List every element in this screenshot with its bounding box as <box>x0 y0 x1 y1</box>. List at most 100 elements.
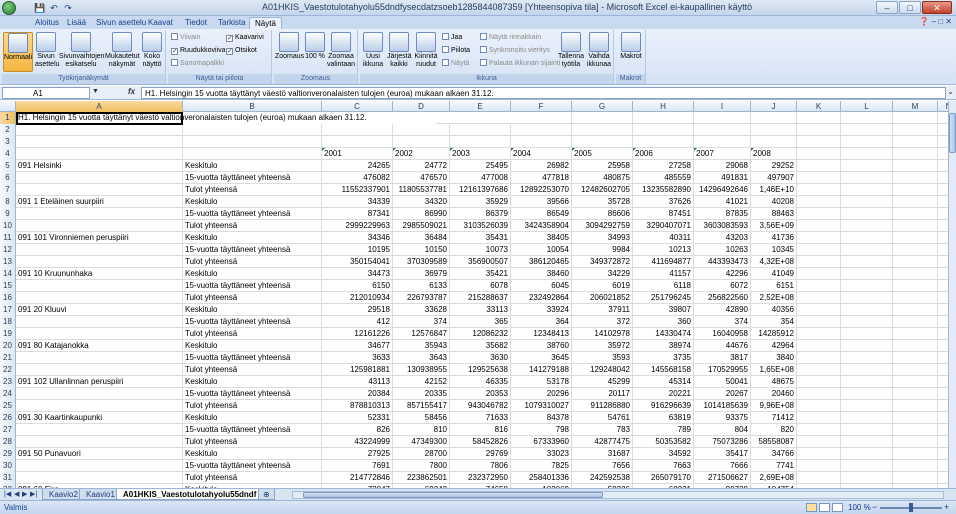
empty-cell[interactable] <box>841 436 893 448</box>
value-cell[interactable]: 20335 <box>393 388 450 400</box>
row-header[interactable]: 18 <box>0 316 16 328</box>
split-button[interactable]: Jaa <box>442 33 462 43</box>
empty-cell[interactable] <box>751 136 797 148</box>
cell-measure[interactable]: 15-vuotta täyttäneet yhteensä <box>183 460 322 472</box>
value-cell[interactable]: 170529955 <box>694 364 751 376</box>
value-cell[interactable]: 477008 <box>450 172 511 184</box>
arrange-all-button[interactable]: Järjestä kaikki <box>387 32 412 72</box>
value-cell[interactable]: 10195 <box>322 244 393 256</box>
empty-cell[interactable] <box>797 196 841 208</box>
value-cell[interactable]: 34473 <box>322 268 393 280</box>
cell-area[interactable] <box>16 124 183 136</box>
value-cell[interactable]: 214772846 <box>322 472 393 484</box>
value-cell[interactable]: 20353 <box>450 388 511 400</box>
empty-cell[interactable] <box>893 424 938 436</box>
value-cell[interactable]: 3735 <box>633 352 694 364</box>
value-cell[interactable]: 7806 <box>450 460 511 472</box>
cell-area[interactable] <box>16 292 183 304</box>
empty-cell[interactable] <box>572 136 633 148</box>
value-cell[interactable]: 258401336 <box>511 472 572 484</box>
empty-cell[interactable] <box>841 208 893 220</box>
value-cell[interactable]: 360 <box>633 316 694 328</box>
value-cell[interactable]: 40356 <box>751 304 797 316</box>
empty-cell[interactable] <box>938 436 948 448</box>
empty-cell[interactable] <box>797 340 841 352</box>
row-header[interactable]: 4 <box>0 148 16 160</box>
value-cell[interactable]: 50353582 <box>633 436 694 448</box>
empty-cell[interactable] <box>572 124 633 136</box>
next-sheet-icon[interactable]: ▶ <box>22 490 27 498</box>
cell-area[interactable]: 091 80 Katajanokka <box>16 340 183 352</box>
column-header-l[interactable]: L <box>841 101 893 112</box>
select-all-corner[interactable] <box>0 101 16 112</box>
row-header[interactable]: 1 <box>0 112 16 124</box>
empty-cell[interactable] <box>938 148 948 160</box>
empty-cell[interactable] <box>841 400 893 412</box>
year-header-cell[interactable]: 2005 <box>572 148 633 160</box>
year-header-cell[interactable]: 2003 <box>450 148 511 160</box>
value-cell[interactable]: 10263 <box>694 244 751 256</box>
empty-cell[interactable] <box>841 268 893 280</box>
empty-cell[interactable] <box>797 136 841 148</box>
empty-cell[interactable] <box>893 208 938 220</box>
row-header[interactable]: 11 <box>0 232 16 244</box>
value-cell[interactable]: 7663 <box>633 460 694 472</box>
year-header-cell[interactable]: 2007 <box>694 148 751 160</box>
cell-area[interactable]: 091 Helsinki <box>16 160 183 172</box>
column-header-b[interactable]: B <box>183 101 322 112</box>
value-cell[interactable]: 141279188 <box>511 364 572 376</box>
value-cell[interactable]: 12482602705 <box>572 184 633 196</box>
value-cell[interactable]: 34346 <box>322 232 393 244</box>
value-cell[interactable]: 34993 <box>572 232 633 244</box>
value-cell[interactable]: 54761 <box>572 412 633 424</box>
empty-cell[interactable] <box>797 304 841 316</box>
value-cell[interactable]: 3643 <box>393 352 450 364</box>
value-cell[interactable]: 2999229963 <box>322 220 393 232</box>
value-cell[interactable]: 20117 <box>572 388 633 400</box>
cell-area[interactable] <box>16 280 183 292</box>
value-cell[interactable]: 27925 <box>322 448 393 460</box>
cell-measure[interactable]: Keskitulo <box>183 196 322 208</box>
last-sheet-icon[interactable]: ▶| <box>30 490 37 498</box>
horizontal-scroll-thumb[interactable] <box>303 492 603 498</box>
value-cell[interactable]: 14285912 <box>751 328 797 340</box>
empty-cell[interactable] <box>938 208 948 220</box>
value-cell[interactable]: 212010934 <box>322 292 393 304</box>
empty-cell[interactable] <box>633 124 694 136</box>
column-header-i[interactable]: I <box>694 101 751 112</box>
empty-cell[interactable] <box>938 340 948 352</box>
value-cell[interactable]: 804 <box>694 424 751 436</box>
value-cell[interactable]: 29068 <box>694 160 751 172</box>
empty-cell[interactable] <box>893 436 938 448</box>
value-cell[interactable]: 7825 <box>511 460 572 472</box>
empty-cell[interactable] <box>938 304 948 316</box>
value-cell[interactable]: 13235582890 <box>633 184 694 196</box>
value-cell[interactable]: 820 <box>751 424 797 436</box>
empty-cell[interactable] <box>797 388 841 400</box>
value-cell[interactable]: 67333960 <box>511 436 572 448</box>
value-cell[interactable]: 271506627 <box>694 472 751 484</box>
value-cell[interactable]: 58452826 <box>450 436 511 448</box>
value-cell[interactable]: 3603083593 <box>694 220 751 232</box>
zoom-slider-thumb[interactable] <box>909 503 913 512</box>
empty-cell[interactable] <box>841 220 893 232</box>
empty-cell[interactable] <box>938 184 948 196</box>
empty-cell[interactable] <box>938 400 948 412</box>
value-cell[interactable]: 42152 <box>393 376 450 388</box>
row-header[interactable]: 6 <box>0 172 16 184</box>
value-cell[interactable]: 215288637 <box>450 292 511 304</box>
row-header[interactable]: 3 <box>0 136 16 148</box>
ruler-checkbox[interactable]: Viivain <box>171 33 201 43</box>
cell-area[interactable] <box>16 256 183 268</box>
empty-cell[interactable] <box>938 352 948 364</box>
page-layout-button[interactable]: Sivun asettelu <box>35 32 60 72</box>
value-cell[interactable]: 7741 <box>751 460 797 472</box>
value-cell[interactable]: 44676 <box>694 340 751 352</box>
empty-cell[interactable] <box>893 292 938 304</box>
empty-cell[interactable] <box>938 472 948 484</box>
tab-nayta[interactable]: Näytä <box>249 17 282 29</box>
undo-icon[interactable]: ↶ <box>48 2 60 14</box>
empty-cell[interactable] <box>938 280 948 292</box>
row-header[interactable]: 17 <box>0 304 16 316</box>
cell-area[interactable] <box>16 424 183 436</box>
